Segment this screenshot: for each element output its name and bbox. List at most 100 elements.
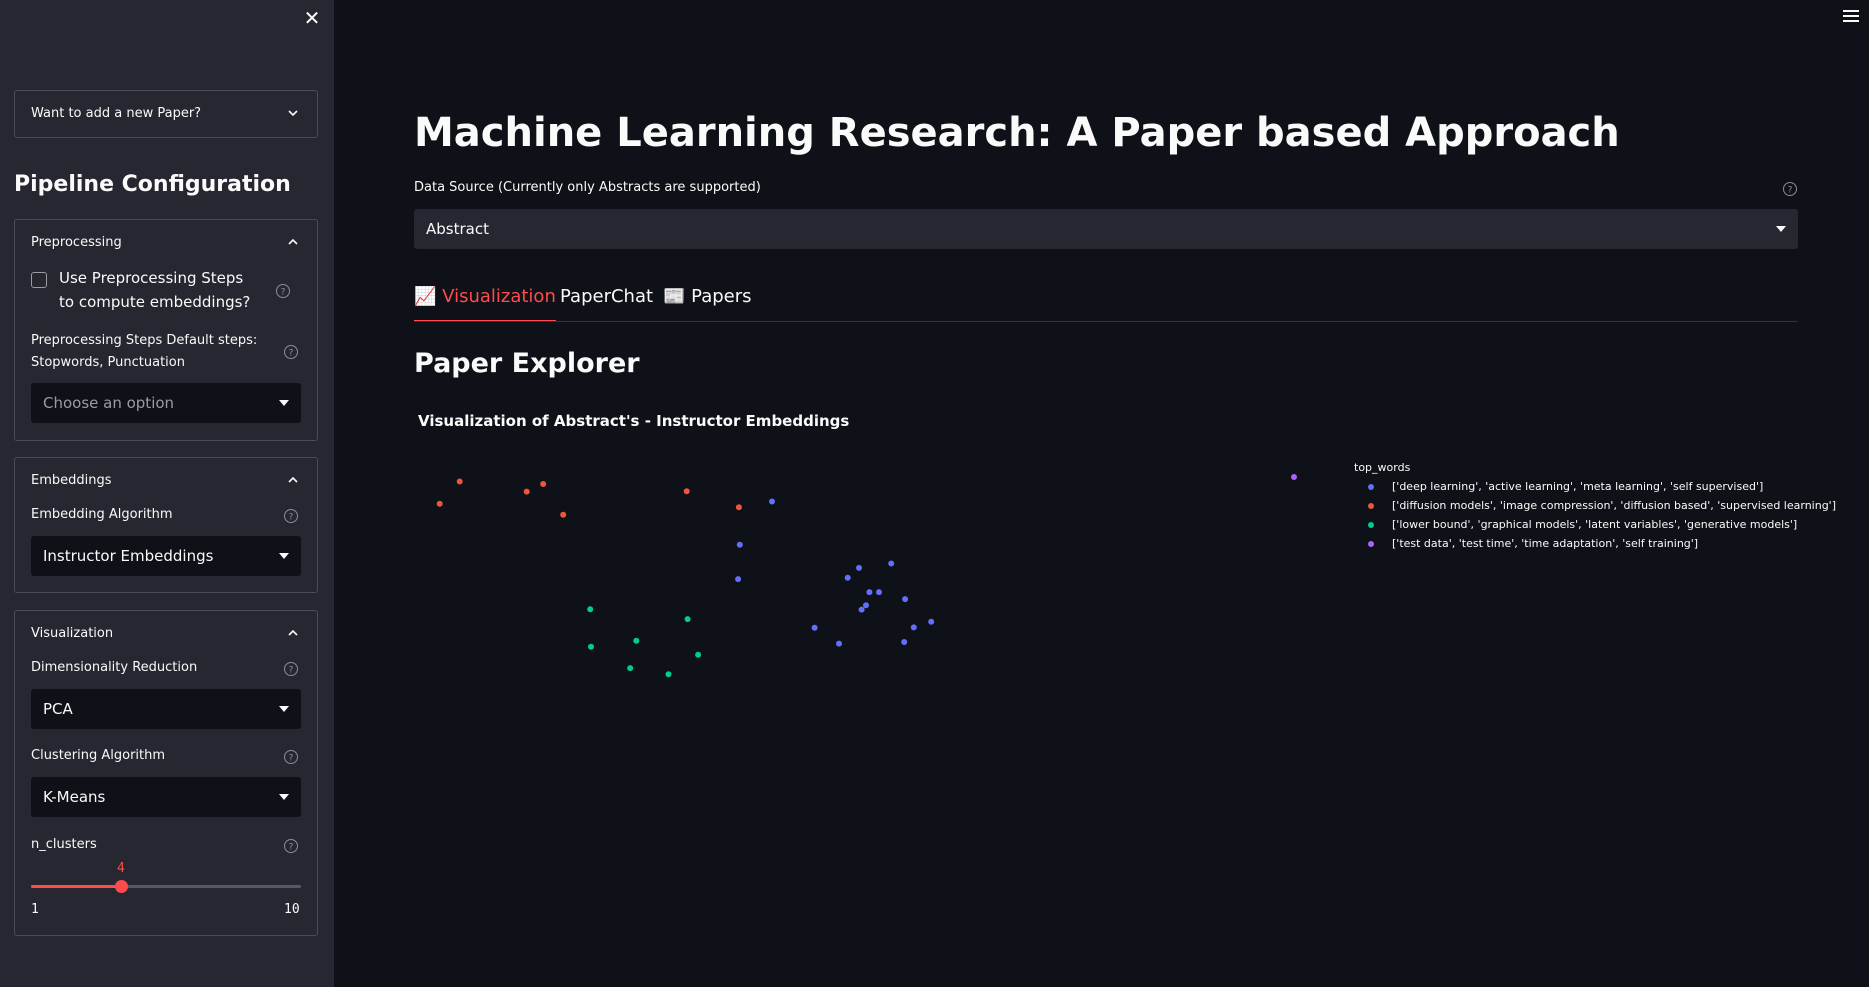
scatter-point[interactable] [523, 488, 530, 495]
scatter-point[interactable] [901, 639, 908, 645]
legend-marker [1368, 503, 1374, 509]
preprocessing-steps-placeholder: Choose an option [43, 394, 175, 412]
legend-label: ['lower bound', 'graphical models', 'lat… [1392, 518, 1798, 531]
scatter-point[interactable] [735, 576, 742, 583]
embeddings-expander: Embeddings Embedding Algorithm ? Instruc… [14, 457, 318, 593]
svg-text:?: ? [1788, 186, 1793, 196]
n-clusters-label: n_clusters [31, 837, 97, 852]
tab-visualization-label: Visualization [442, 286, 556, 307]
svg-text:?: ? [289, 666, 294, 676]
help-icon[interactable]: ? [283, 508, 299, 524]
data-source-label: Data Source (Currently only Abstracts ar… [414, 180, 761, 195]
svg-text:?: ? [289, 513, 294, 523]
tab-divider [414, 321, 1798, 322]
page-title: Machine Learning Research: A Paper based… [414, 110, 1620, 156]
caret-down-icon [279, 794, 289, 800]
scatter-point[interactable] [587, 606, 594, 613]
scatter-point[interactable] [844, 574, 851, 581]
scatter-point[interactable] [683, 488, 690, 495]
help-icon[interactable]: ? [283, 838, 299, 854]
embedding-algorithm-select[interactable]: Instructor Embeddings [31, 536, 301, 576]
scatter-point[interactable] [627, 665, 634, 672]
scatter-point[interactable] [560, 511, 567, 518]
scatter-point[interactable] [665, 671, 672, 678]
scatter-point[interactable] [695, 651, 702, 658]
newspaper-icon: 📰 [663, 286, 686, 307]
legend-item[interactable]: ['diffusion models', 'image compression'… [1354, 496, 1836, 515]
add-paper-expander[interactable]: Want to add a new Paper? [14, 90, 318, 138]
scatter-point[interactable] [856, 564, 862, 571]
legend-item[interactable]: ['deep learning', 'active learning', 'me… [1354, 477, 1836, 496]
chevron-up-icon [287, 458, 301, 504]
n-clusters-slider-thumb[interactable] [115, 880, 128, 893]
preprocessing-expander: Preprocessing Use Preprocessing Steps to… [14, 219, 318, 441]
close-sidebar-icon[interactable]: ✕ [300, 6, 324, 30]
visualization-header[interactable]: Visualization [15, 611, 317, 657]
scatter-point[interactable] [858, 606, 865, 613]
legend-item[interactable]: ['test data', 'test time', 'time adaptat… [1354, 534, 1836, 553]
scatter-point[interactable] [540, 481, 547, 487]
scatter-point[interactable] [910, 624, 917, 631]
use-preprocessing-label: Use Preprocessing Steps to compute embed… [59, 269, 251, 311]
embeddings-header[interactable]: Embeddings [15, 458, 317, 504]
embeddings-header-label: Embeddings [31, 473, 112, 488]
scatter-point[interactable] [866, 589, 873, 596]
n-clusters-slider-track[interactable] [31, 880, 301, 893]
scatter-point[interactable] [684, 616, 691, 623]
legend-marker [1368, 541, 1374, 547]
scatter-point[interactable] [588, 643, 594, 650]
tab-paperchat-label: PaperChat [560, 286, 654, 307]
legend-item[interactable]: ['lower bound', 'graphical models', 'lat… [1354, 515, 1836, 534]
chart-legend: top_words ['deep learning', 'active lear… [1354, 461, 1836, 553]
legend-label: ['test data', 'test time', 'time adaptat… [1392, 537, 1699, 550]
legend-title: top_words [1354, 461, 1411, 474]
scatter-point[interactable] [811, 624, 818, 631]
scatter-point[interactable] [1291, 474, 1297, 480]
chevron-down-icon [287, 91, 301, 137]
dimensionality-reduction-label: Dimensionality Reduction [31, 660, 198, 675]
dimensionality-reduction-value: PCA [43, 700, 73, 718]
chevron-up-icon [287, 611, 301, 657]
help-icon[interactable]: ? [275, 283, 291, 299]
scatter-point[interactable] [902, 596, 909, 603]
preprocessing-steps-select[interactable]: Choose an option [31, 383, 301, 423]
preprocessing-header[interactable]: Preprocessing [15, 220, 317, 266]
scatter-point[interactable] [456, 478, 463, 485]
scatter-point[interactable] [888, 560, 895, 567]
svg-text:?: ? [289, 754, 294, 764]
scatter-point[interactable] [836, 640, 842, 647]
tab-paperchat[interactable]: PaperChat [560, 286, 653, 322]
svg-text:?: ? [281, 288, 286, 298]
scatter-point[interactable] [863, 602, 869, 609]
chart-title: Visualization of Abstract's - Instructor… [418, 412, 850, 430]
scatter-point[interactable] [769, 498, 775, 505]
embedding-algorithm-value: Instructor Embeddings [43, 547, 214, 565]
legend-marker [1368, 522, 1374, 528]
dimensionality-reduction-select[interactable]: PCA [31, 689, 301, 729]
help-icon[interactable]: ? [283, 749, 299, 765]
main-menu-icon[interactable] [1843, 10, 1859, 24]
scatter-point[interactable] [436, 500, 443, 507]
scatter-point[interactable] [735, 504, 742, 511]
add-paper-label: Want to add a new Paper? [31, 106, 202, 121]
section-title: Paper Explorer [414, 348, 640, 379]
help-icon[interactable]: ? [1782, 181, 1798, 197]
help-icon[interactable]: ? [283, 661, 299, 677]
tab-visualization[interactable]: 📈 Visualization [414, 286, 556, 322]
n-clusters-max-label: 10 [284, 902, 300, 917]
preprocessing-steps-label: Preprocessing Steps Default steps: Stopw… [31, 333, 258, 370]
caret-down-icon [1776, 226, 1786, 232]
use-preprocessing-checkbox[interactable] [31, 272, 47, 288]
clustering-algorithm-label: Clustering Algorithm [31, 748, 166, 763]
tab-papers[interactable]: 📰 Papers [663, 286, 752, 322]
data-source-select[interactable]: Abstract [414, 209, 1798, 249]
scatter-point[interactable] [736, 541, 743, 548]
help-icon[interactable]: ? [283, 344, 299, 360]
preprocessing-header-label: Preprocessing [31, 235, 122, 250]
scatter-point[interactable] [928, 618, 935, 625]
legend-label: ['deep learning', 'active learning', 'me… [1392, 480, 1764, 493]
scatter-point[interactable] [633, 637, 640, 644]
n-clusters-min-label: 1 [31, 902, 39, 917]
scatter-point[interactable] [876, 589, 882, 596]
clustering-algorithm-select[interactable]: K-Means [31, 777, 301, 817]
